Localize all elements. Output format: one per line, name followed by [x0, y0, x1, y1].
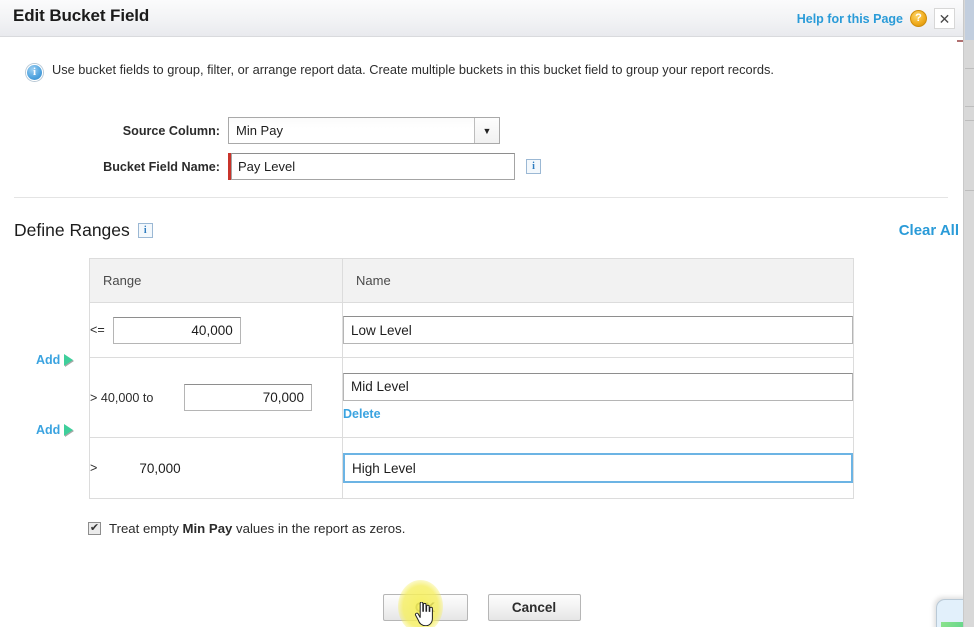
name-cell-3	[342, 437, 854, 499]
clear-all-link[interactable]: Clear All	[899, 222, 959, 239]
table-row: <=	[89, 302, 854, 358]
column-header-name: Name	[342, 258, 854, 303]
range-name-input-1[interactable]	[343, 316, 853, 344]
add-range-label-1: Add	[36, 353, 61, 367]
dialog-header: Edit Bucket Field Help for this Page ? ✕	[0, 0, 963, 37]
help-for-this-page-link[interactable]: Help for this Page	[797, 12, 903, 26]
range-value-input-2[interactable]	[184, 384, 312, 411]
treat-empty-field-name: Min Pay	[182, 521, 233, 536]
page-title: Edit Bucket Field	[13, 6, 150, 25]
name-cell-2: Delete	[342, 357, 854, 438]
source-column-value: Min Pay	[236, 123, 283, 138]
bucket-field-name-input[interactable]	[231, 153, 515, 180]
treat-empty-text-after: values in the report as zeros.	[232, 521, 406, 536]
source-column-label: Source Column:	[122, 123, 220, 138]
close-icon[interactable]: ✕	[934, 8, 955, 29]
header-actions: Help for this Page ? ✕	[797, 8, 955, 29]
table-row: > 70,000	[89, 437, 854, 499]
page-scrollbar[interactable]	[963, 0, 974, 627]
range-name-input-3[interactable]	[343, 453, 853, 483]
help-question-icon[interactable]: ?	[910, 10, 927, 27]
bucket-field-name-row: Bucket Field Name: i	[0, 153, 963, 180]
define-ranges-title: Define Ranges	[14, 220, 130, 240]
range-cell-3: > 70,000	[89, 437, 343, 499]
chevron-down-icon[interactable]: ▼	[474, 118, 499, 143]
add-range-link-1[interactable]: Add	[36, 353, 74, 367]
range-cell-2: > 40,000 to	[89, 357, 343, 438]
column-header-range: Range	[89, 258, 343, 303]
range-operator-1: <=	[90, 323, 105, 337]
section-divider	[14, 197, 948, 198]
range-operator-3: >	[90, 461, 98, 475]
add-arrow-icon	[64, 424, 74, 436]
define-ranges-info-icon[interactable]: i	[137, 223, 153, 238]
source-column-row: Source Column: Min Pay ▼	[0, 117, 963, 144]
name-cell-1	[342, 302, 854, 358]
info-banner-text: Use bucket fields to group, filter, or a…	[52, 62, 774, 77]
range-name-input-2[interactable]	[343, 372, 853, 401]
add-arrow-icon	[64, 354, 74, 366]
range-operator-2: > 40,000 to	[90, 390, 154, 405]
treat-empty-values-row: ✔ Treat empty Min Pay values in the repo…	[88, 521, 405, 536]
table-header-row: Range Name	[89, 258, 854, 303]
info-icon: i	[26, 64, 43, 81]
treat-empty-values-checkbox[interactable]: ✔	[88, 522, 101, 535]
bucket-field-name-label: Bucket Field Name:	[103, 159, 220, 174]
define-ranges-header: Define Ranges i	[14, 220, 153, 241]
treat-empty-text-before: Treat empty	[109, 521, 183, 536]
ranges-table: Range Name <= 40,000 Low Level > 40,000 …	[89, 258, 854, 499]
edit-bucket-field-dialog: Edit Bucket Field Help for this Page ? ✕…	[0, 0, 974, 627]
treat-empty-values-label: Treat empty Min Pay values in the report…	[109, 521, 405, 536]
bucket-field-name-info-icon[interactable]: i	[526, 159, 541, 174]
ok-button[interactable]: OK	[382, 594, 468, 621]
source-column-select[interactable]: Min Pay ▼	[228, 117, 500, 144]
scrollbar-thumb[interactable]	[965, 0, 974, 40]
add-range-label-2: Add	[36, 423, 61, 437]
add-range-link-2[interactable]: Add	[36, 423, 74, 437]
bucket-form: Source Column: Min Pay ▼ Bucket Field Na…	[0, 117, 963, 189]
cancel-button[interactable]: Cancel	[487, 594, 581, 621]
range-value-input-1[interactable]	[112, 316, 241, 344]
range-value-static-3: 70,000	[139, 460, 181, 476]
range-cell-1: <=	[89, 302, 343, 358]
dialog-footer: OK Cancel	[0, 594, 963, 621]
delete-range-link-2[interactable]: Delete	[343, 407, 381, 421]
info-banner: i Use bucket fields to group, filter, or…	[0, 62, 963, 81]
table-row: > 40,000 to Delete	[89, 357, 854, 438]
